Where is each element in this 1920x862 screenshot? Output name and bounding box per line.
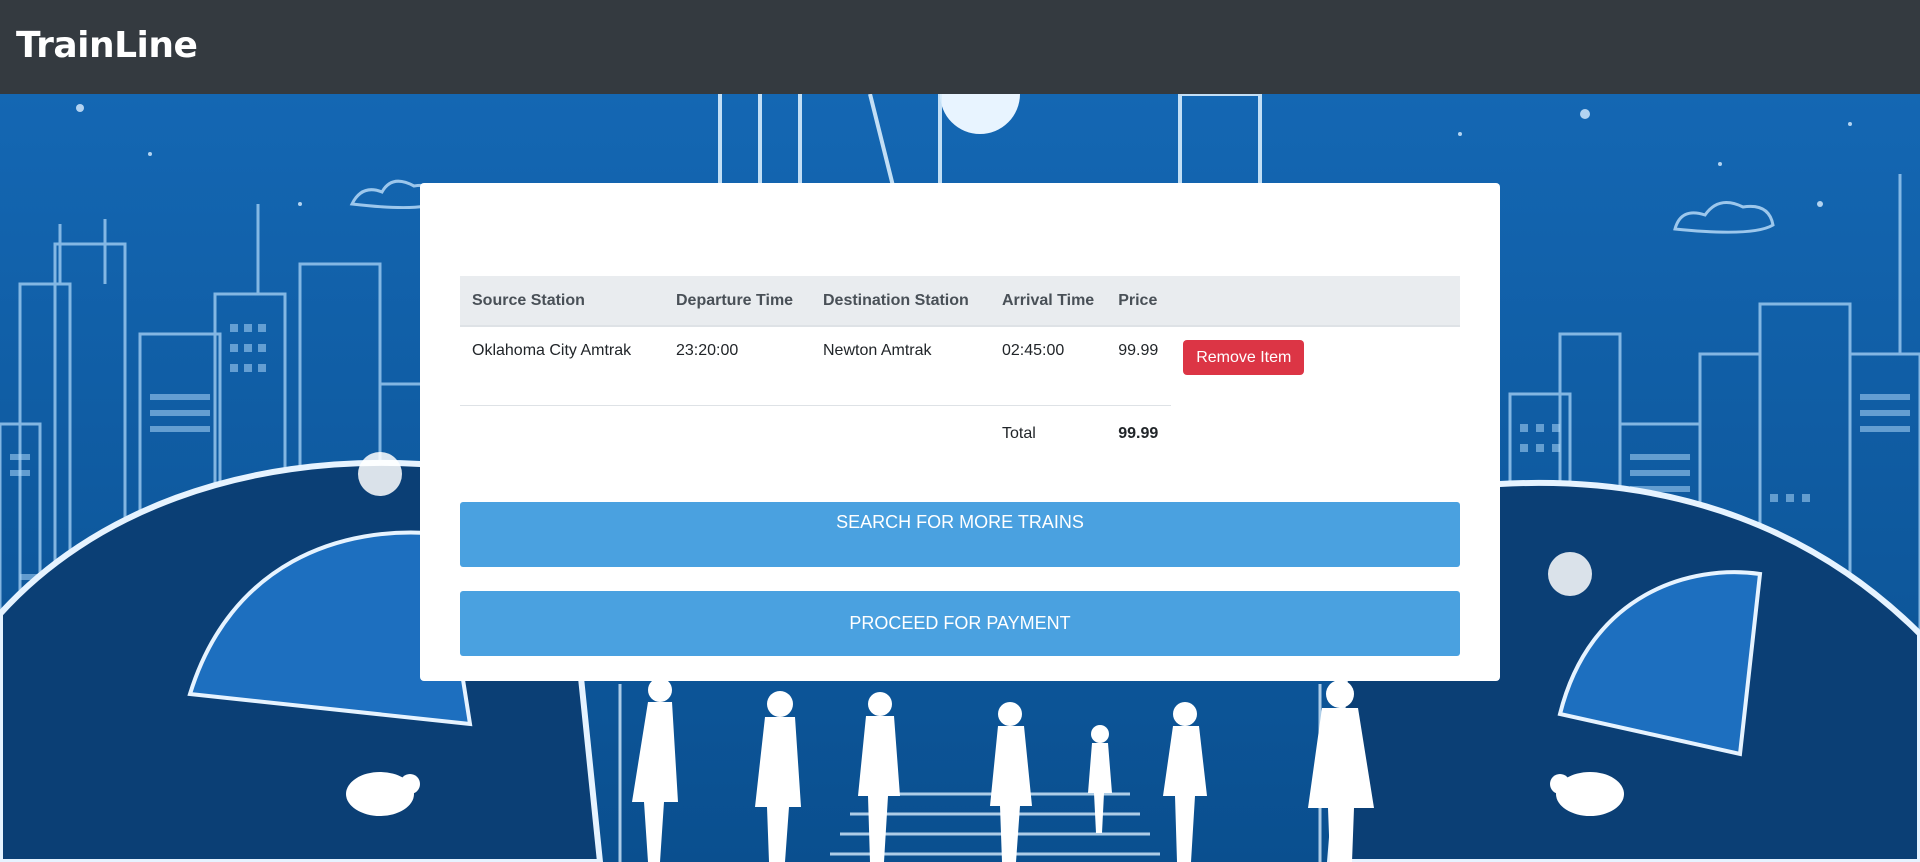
brand-logo[interactable]: TrainLine bbox=[16, 28, 198, 64]
cell-arrival-time: 02:45:00 bbox=[990, 326, 1107, 406]
column-header-destination-station: Destination Station bbox=[811, 276, 990, 327]
total-label: Total bbox=[1002, 425, 1036, 442]
total-value: 99.99 bbox=[1118, 425, 1159, 442]
column-header-departure-time: Departure Time bbox=[664, 276, 811, 327]
cart-card: Source Station Departure Time Destinatio… bbox=[420, 183, 1500, 681]
cell-departure-time: 23:20:00 bbox=[664, 326, 811, 406]
table-row: Oklahoma City Amtrak 23:20:00 Newton Amt… bbox=[460, 326, 1460, 406]
table-header-row: Source Station Departure Time Destinatio… bbox=[460, 276, 1460, 327]
column-header-source-station: Source Station bbox=[460, 276, 664, 327]
proceed-payment-button[interactable]: PROCEED FOR PAYMENT bbox=[460, 591, 1460, 656]
cart-table: Source Station Departure Time Destinatio… bbox=[460, 276, 1460, 458]
cell-source-station: Oklahoma City Amtrak bbox=[460, 326, 664, 406]
column-header-arrival-time: Arrival Time bbox=[990, 276, 1107, 327]
remove-item-button[interactable]: Remove Item bbox=[1183, 340, 1305, 376]
column-header-actions bbox=[1171, 276, 1460, 327]
cell-price: 99.99 bbox=[1106, 326, 1172, 406]
cell-actions: Remove Item bbox=[1171, 326, 1460, 406]
column-header-price: Price bbox=[1106, 276, 1172, 327]
cell-destination-station: Newton Amtrak bbox=[811, 326, 990, 406]
search-more-trains-button[interactable]: SEARCH FOR MORE TRAINS bbox=[460, 502, 1460, 567]
total-row: Total 99.99 bbox=[460, 406, 1460, 459]
navbar: TrainLine bbox=[0, 0, 1920, 94]
